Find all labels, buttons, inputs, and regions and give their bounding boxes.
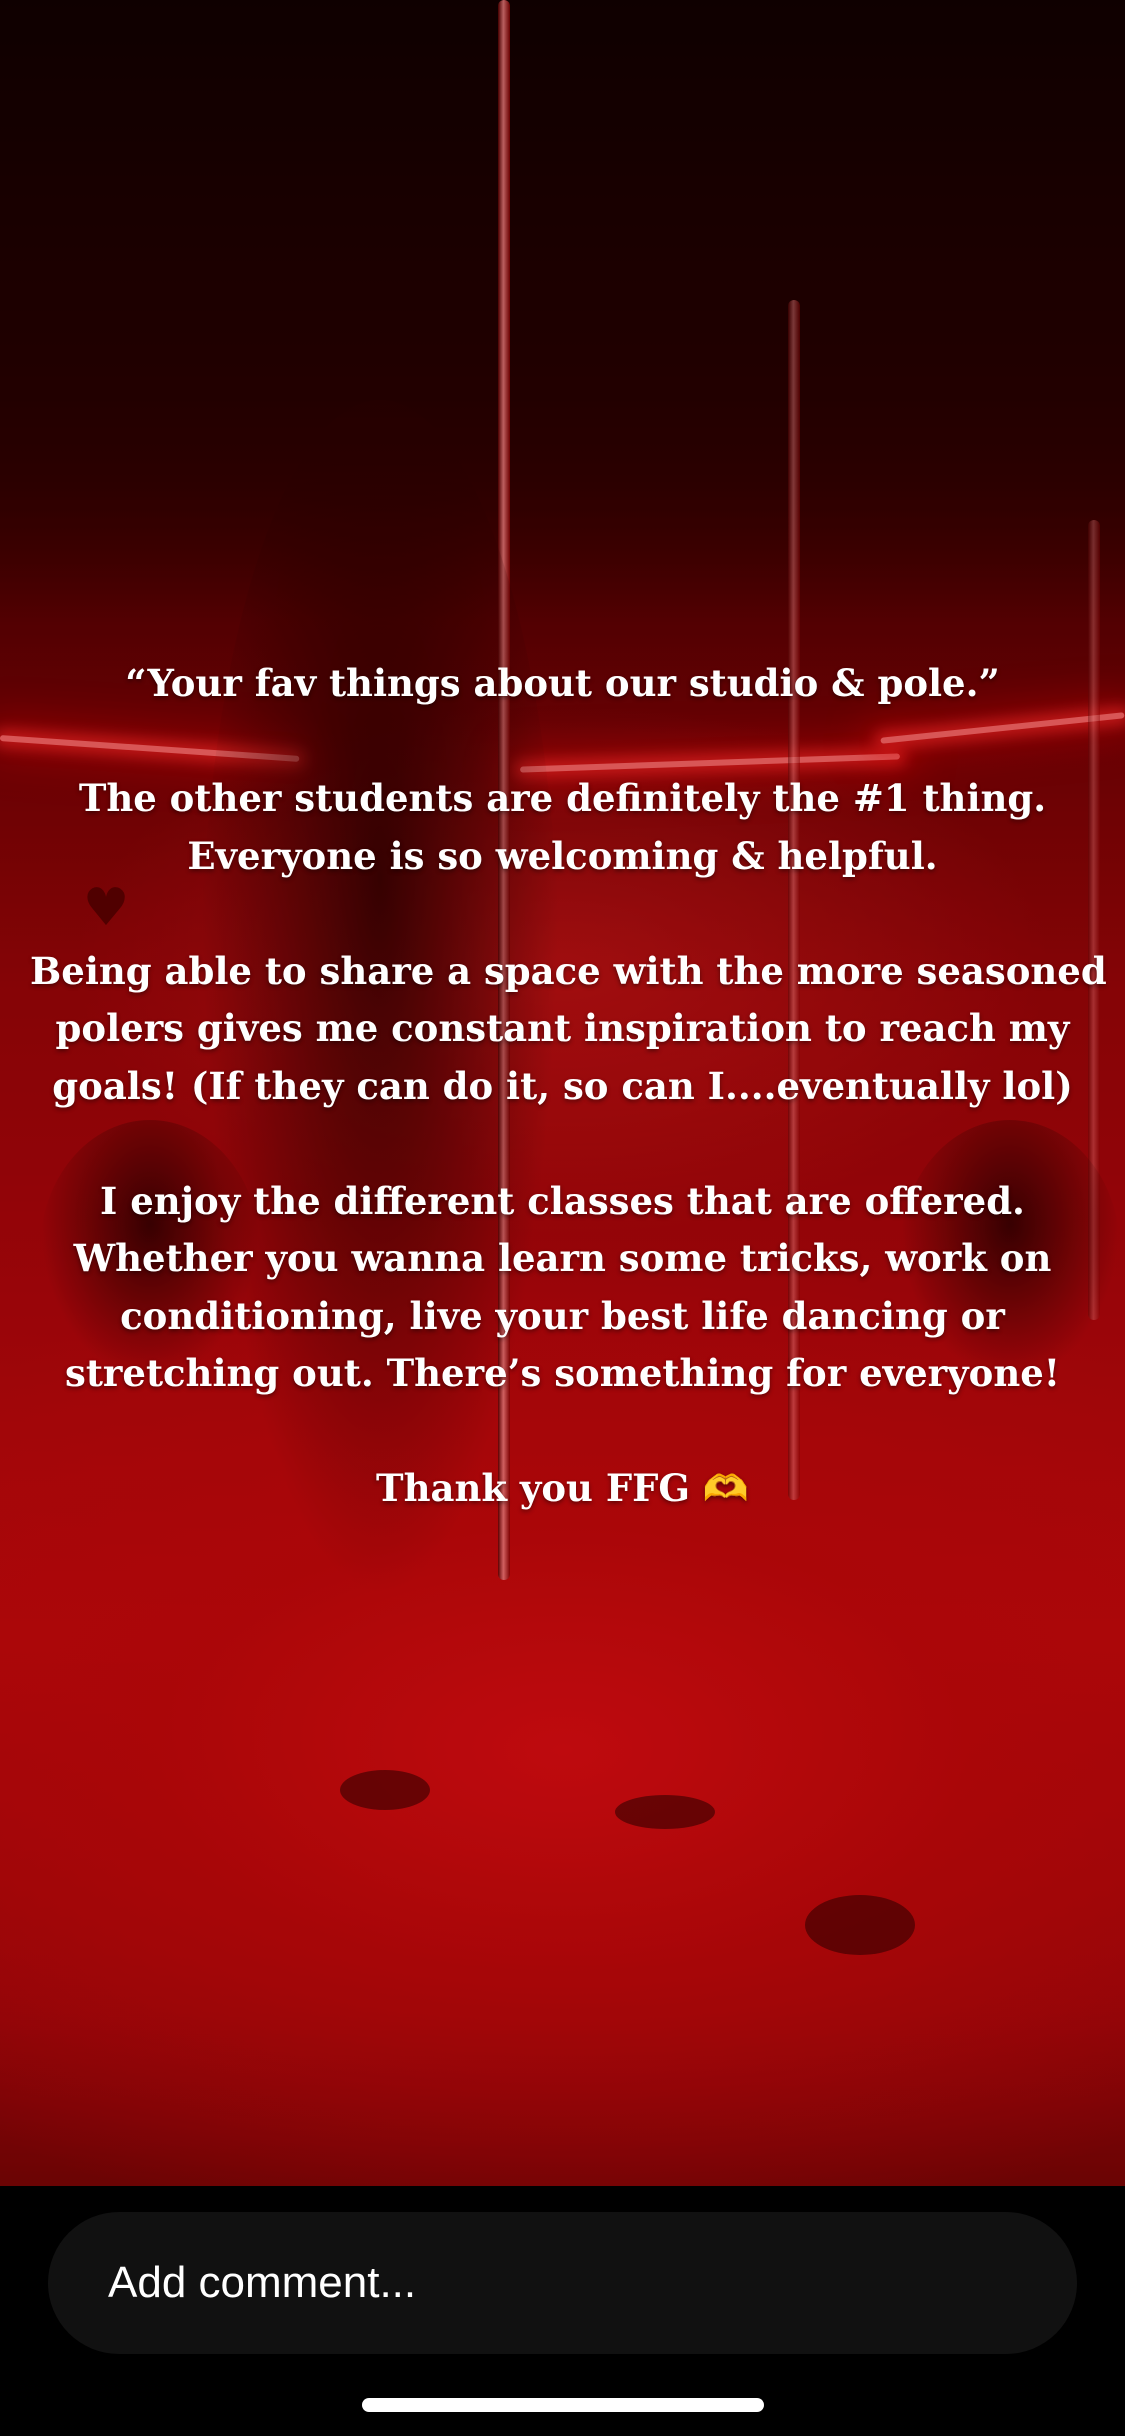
caption-line: Everyone is so welcoming & helpful.	[187, 833, 938, 878]
heart-hands-icon: 🫶	[702, 1467, 749, 1510]
caption-closing-line: Thank you FFG 🫶	[30, 1460, 1095, 1518]
caption-line: Being able to share a space with the mor…	[30, 948, 1107, 993]
caption-gap	[30, 1115, 1095, 1173]
caption-gap	[30, 1403, 1095, 1461]
caption-line: polers gives me constant inspiration to …	[55, 1006, 1070, 1050]
caption-line: conditioning, live your best life dancin…	[120, 1293, 1005, 1338]
home-indicator[interactable]	[362, 2398, 764, 2412]
caption-line: Whether you wanna learn some tricks, wor…	[73, 1236, 1052, 1280]
add-comment-input[interactable]: Add comment...	[48, 2212, 1077, 2354]
caption-closing-text: Thank you FFG	[376, 1466, 690, 1510]
story-caption: “Your fav things about our studio & pole…	[30, 655, 1107, 1518]
caption-line: “Your fav things about our studio & pole…	[125, 661, 1000, 705]
caption-gap	[30, 885, 1095, 943]
caption-gap	[30, 713, 1095, 771]
story-media[interactable]: ♥ “Your fav things about our studio & po…	[0, 0, 1125, 2186]
caption-line: The other students are definitely the #1…	[78, 776, 1047, 820]
caption-line: goals! (If they can do it, so can I....e…	[52, 1063, 1073, 1108]
add-comment-placeholder: Add comment...	[108, 2258, 417, 2307]
caption-line: I enjoy the different classes that are o…	[100, 1178, 1025, 1223]
caption-line: stretching out. There’s something for ev…	[64, 1351, 1061, 1395]
